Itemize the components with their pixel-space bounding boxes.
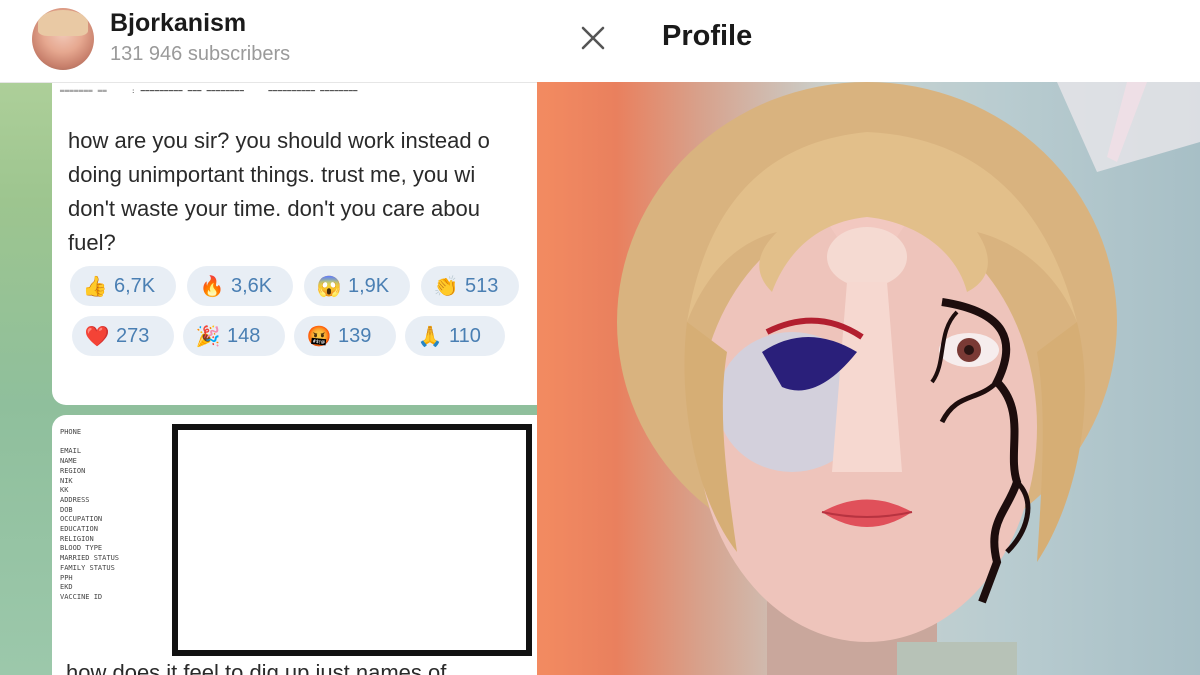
field-label: DOB	[60, 505, 73, 514]
profile-photo-illustration	[617, 82, 1200, 675]
channel-name[interactable]: Bjorkanism	[110, 9, 246, 38]
reaction-heart[interactable]: ❤️ 273	[72, 316, 174, 356]
field-label: OCCUPATION	[60, 515, 103, 524]
chat-pane: Bjorkanism 131 946 subscribers ═══════ ═…	[0, 0, 537, 675]
thumbs-up-icon: 👍	[82, 275, 108, 298]
field-label: FAMILY STATUS	[60, 563, 115, 572]
heart-icon: ❤️	[84, 325, 110, 348]
reaction-count: 1,9K	[348, 274, 390, 297]
fire-icon: 🔥	[199, 275, 225, 298]
channel-header[interactable]: Bjorkanism 131 946 subscribers	[0, 0, 537, 83]
reaction-count: 110	[449, 324, 481, 347]
pray-icon: 🙏	[417, 325, 443, 348]
field-label: EKD	[60, 583, 73, 592]
redaction-box	[172, 424, 532, 656]
field-label: EMAIL	[60, 447, 82, 456]
reaction-count: 3,6K	[231, 274, 273, 297]
field-label: RELIGION	[60, 534, 94, 543]
field-label: VACCINE ID	[60, 592, 103, 601]
field-label: NIK	[60, 476, 73, 485]
subscriber-count: 131 946 subscribers	[110, 43, 291, 65]
reaction-count: 273	[116, 324, 150, 347]
reaction-pray[interactable]: 🙏 110	[405, 316, 505, 356]
field-label: KK	[60, 486, 69, 495]
field-label: MARRIED STATUS	[60, 554, 120, 563]
leaked-data-field-list: PHONE EMAIL NAME REGION NIK KK ADDRESS D…	[60, 428, 170, 603]
field-label	[60, 438, 170, 448]
field-label: ADDRESS	[60, 495, 90, 504]
reaction-party[interactable]: 🎉 148	[183, 316, 285, 356]
field-label: NAME	[60, 457, 77, 466]
profile-photo[interactable]	[537, 82, 1200, 675]
party-popper-icon: 🎉	[195, 325, 221, 348]
scream-icon: 😱	[316, 275, 342, 298]
reaction-count: 513	[465, 274, 499, 297]
profile-pane: Profile	[537, 0, 1200, 675]
message-text-partial: how does it feel to dig up just names of	[66, 660, 447, 675]
profile-header: Profile	[537, 0, 1200, 82]
profile-title: Profile	[662, 20, 753, 52]
reaction-scream[interactable]: 😱 1,9K	[304, 266, 410, 306]
field-label: REGION	[60, 466, 86, 475]
message-text: how are you sir? you should work instead…	[68, 128, 490, 255]
message-meta-line: ═══════ ══: ━━━━━━━━━ ━━━ ━━━━━━━━ ━━━━━━…	[60, 87, 358, 95]
angry-face-icon: 🤬	[306, 325, 332, 348]
reaction-thumbs-up[interactable]: 👍 6,7K	[70, 266, 176, 306]
field-label: PHONE	[60, 428, 82, 436]
reaction-angry[interactable]: 🤬 139	[294, 316, 396, 356]
close-icon[interactable]	[577, 22, 609, 54]
reaction-count: 6,7K	[114, 274, 156, 297]
reaction-fire[interactable]: 🔥 3,6K	[187, 266, 293, 306]
field-label: EDUCATION	[60, 525, 98, 534]
avatar[interactable]	[32, 8, 94, 70]
reaction-count: 148	[227, 324, 261, 347]
field-label: PPH	[60, 573, 73, 582]
reaction-clap[interactable]: 👏 513	[421, 266, 519, 306]
field-label: BLOOD TYPE	[60, 544, 103, 553]
reaction-count: 139	[338, 324, 372, 347]
clap-icon: 👏	[433, 275, 459, 298]
